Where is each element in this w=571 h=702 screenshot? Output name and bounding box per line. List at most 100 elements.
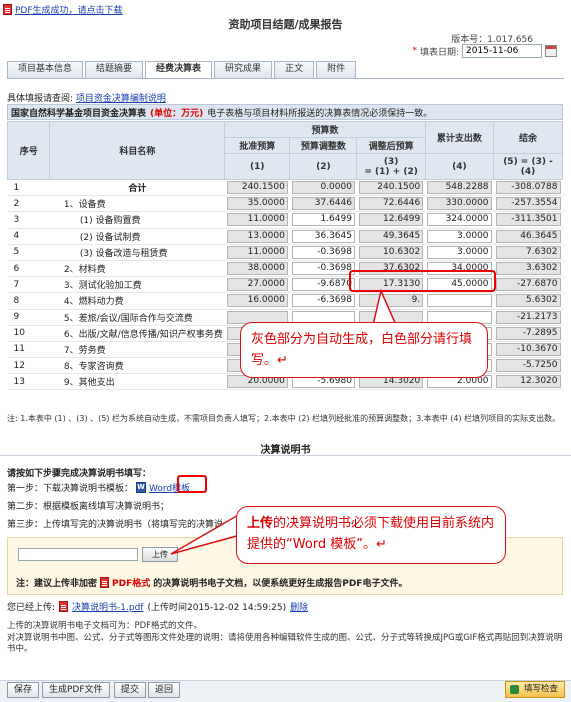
row-cell: -308.0788 bbox=[493, 179, 563, 197]
auto-amount-field: 27.0000 bbox=[226, 278, 288, 292]
row-cell: 37.6446 bbox=[289, 195, 357, 213]
pdf-download-link[interactable]: PDF生成成功，请点击下载 bbox=[15, 3, 123, 16]
upload-note-pdf: PDF格式 bbox=[112, 579, 151, 589]
table-row: 5 (3) 设备改造与租赁费 11.0000 -0.3698 10.6302 3.0000… bbox=[7, 244, 563, 261]
row-name: 8、专家咨询费 bbox=[49, 357, 225, 375]
auto-amount-field: -5.7250 bbox=[495, 359, 561, 373]
pdf-file-icon bbox=[59, 601, 69, 612]
editable-amount-field[interactable]: 324.0000 bbox=[427, 213, 492, 227]
pdf-success-link[interactable]: PDF生成成功，请点击下载 bbox=[3, 3, 123, 16]
delete-file-link[interactable]: 删除 bbox=[290, 600, 308, 613]
editable-amount-field[interactable]: -0.3698 bbox=[291, 262, 355, 276]
tab-basic-info[interactable]: 项目基本信息 bbox=[7, 61, 84, 78]
fill-check-button[interactable]: 填写检查 bbox=[504, 681, 565, 698]
auto-amount-field: -7.2895 bbox=[495, 326, 561, 340]
editable-amount-field[interactable]: 3.0000 bbox=[427, 245, 492, 259]
row-cell: -0.3698 bbox=[289, 244, 357, 261]
auto-amount-field: -21.2173 bbox=[495, 310, 561, 324]
row-cell: 3.6302 bbox=[493, 260, 563, 278]
auto-amount-field: 35.0000 bbox=[226, 197, 288, 211]
row-cell: 12.3020 bbox=[493, 373, 563, 391]
callout-upload-red: 上传 bbox=[247, 516, 274, 531]
file-select-input[interactable] bbox=[18, 548, 138, 561]
row-no: 10 bbox=[7, 325, 50, 342]
editable-amount-field[interactable]: 36.3645 bbox=[291, 229, 355, 243]
row-name: (3) 设备改造与租赁费 bbox=[49, 244, 225, 261]
auto-amount-field: -10.3670 bbox=[495, 342, 561, 356]
row-cell: -9.6870 bbox=[289, 276, 357, 294]
row-no: 9 bbox=[7, 309, 50, 326]
row-cell: -6.3698 bbox=[289, 292, 357, 310]
auto-amount-field: -308.0788 bbox=[495, 181, 561, 195]
tab-budget[interactable]: 经费决算表 bbox=[145, 61, 213, 78]
auto-amount-field: 49.3645 bbox=[358, 229, 424, 243]
fill-date-input[interactable] bbox=[462, 44, 542, 58]
tab-summary[interactable]: 结题摘要 bbox=[85, 61, 144, 78]
pdf-icon bbox=[3, 4, 12, 15]
callout-upload-text: 的决算说明书必须下载使用目前系统内提供的“Word 模板”。↵ bbox=[247, 516, 495, 552]
editable-amount-field[interactable]: 34.0000 bbox=[427, 262, 492, 276]
header-adjust: 预算调整数 bbox=[289, 137, 358, 154]
editable-amount-field[interactable]: -9.6870 bbox=[291, 278, 355, 292]
foot-note-1: 上传的决算说明书电子文档可为：PDF格式的文件。 bbox=[7, 621, 203, 631]
row-no: 4 bbox=[7, 228, 50, 245]
header-balance: 结余 bbox=[493, 121, 563, 154]
row-cell: 35.0000 bbox=[224, 195, 290, 213]
editable-amount-field[interactable]: 1.6499 bbox=[291, 213, 355, 227]
auto-amount-field: -27.6870 bbox=[495, 278, 561, 292]
auto-amount-field: 13.0000 bbox=[226, 229, 288, 243]
table-row: 3 (1) 设备购置费 11.0000 1.6499 12.6499 324.0000 -3… bbox=[7, 211, 563, 229]
upload-note-suffix: 的决算说明书电子文档，以便系统更好生成报告PDF电子文件。 bbox=[153, 579, 408, 589]
editable-amount-field[interactable]: -6.3698 bbox=[291, 294, 355, 308]
save-button[interactable]: 保存 bbox=[7, 682, 40, 698]
auto-amount-field: 37.6446 bbox=[291, 197, 355, 211]
required-mark: * bbox=[412, 46, 417, 56]
row-cell: 330.0000 bbox=[425, 195, 494, 213]
submit-button[interactable]: 提交 bbox=[114, 682, 147, 698]
row-cell: -10.3670 bbox=[493, 341, 563, 359]
upload-button[interactable]: 上传 bbox=[142, 547, 178, 562]
uploaded-file-link[interactable]: 决算说明书-1.pdf bbox=[72, 600, 143, 613]
row-cell: -311.3501 bbox=[493, 211, 563, 229]
table-row: 4 (2) 设备试制费 13.0000 36.3645 49.3645 3.0000 46.… bbox=[7, 228, 563, 245]
header-col5-b: (4) bbox=[520, 166, 536, 177]
step-1-label: 第一步：下载决算说明书模板： bbox=[7, 484, 134, 494]
editable-amount-field[interactable]: -0.3698 bbox=[291, 245, 355, 259]
word-link-highlight bbox=[177, 475, 207, 493]
tab-body[interactable]: 正文 bbox=[274, 61, 315, 78]
auto-amount-field: 10.6302 bbox=[358, 245, 424, 259]
editable-amount-field[interactable] bbox=[427, 294, 492, 308]
generate-pdf-button[interactable]: 生成PDF文件 bbox=[42, 682, 110, 698]
tab-attachments[interactable]: 附件 bbox=[316, 61, 357, 78]
row-name: 合计 bbox=[49, 179, 225, 197]
auto-amount-field: 7.6302 bbox=[495, 245, 561, 259]
row-name: 4、燃料动力费 bbox=[49, 292, 225, 310]
row-cell: -21.2173 bbox=[493, 309, 563, 326]
row-cell: 11.0000 bbox=[224, 244, 290, 261]
auto-amount-field: 16.0000 bbox=[226, 294, 288, 308]
header-spent: 累计支出数 bbox=[424, 121, 495, 154]
editable-amount-field[interactable]: 3.0000 bbox=[427, 229, 492, 243]
calendar-icon[interactable] bbox=[545, 45, 557, 57]
row-cell: 37.6302 bbox=[356, 260, 426, 278]
header-col5: (5) = (3) - (4) bbox=[493, 153, 563, 180]
header-budget-group: 预算数 bbox=[224, 121, 426, 138]
row-cell: 9. bbox=[356, 292, 426, 310]
row-name: 5、差旅/会议/国际合作与交流费 bbox=[49, 309, 225, 326]
steps-title: 请按如下步骤完成决算说明书填写： bbox=[7, 469, 152, 479]
auto-amount-field: 0.0000 bbox=[291, 181, 355, 195]
back-button[interactable]: 返回 bbox=[148, 682, 181, 698]
row-cell: 5.6302 bbox=[493, 292, 563, 310]
row-name: 2、材料费 bbox=[49, 260, 225, 278]
tab-results[interactable]: 研究成果 bbox=[214, 61, 273, 78]
page-title: 资助项目结题/成果报告 bbox=[228, 18, 343, 31]
header-approved: 批准预算 bbox=[224, 137, 291, 154]
row-no: 12 bbox=[7, 357, 50, 375]
section-desc: 电子表格与项目材料所报送的决算表情况必须保持一致。 bbox=[207, 108, 433, 119]
section-unit: (单位：万元) bbox=[150, 108, 204, 119]
row-cell: -27.6870 bbox=[493, 276, 563, 294]
callout-upload: 上传的决算说明书必须下载使用目前系统内提供的“Word 模板”。↵ bbox=[236, 506, 506, 564]
editable-amount-field[interactable]: 45.0000 bbox=[427, 278, 492, 292]
row-cell: 13.0000 bbox=[224, 228, 290, 245]
guide-link[interactable]: 项目资金决算编制说明 bbox=[76, 94, 166, 104]
